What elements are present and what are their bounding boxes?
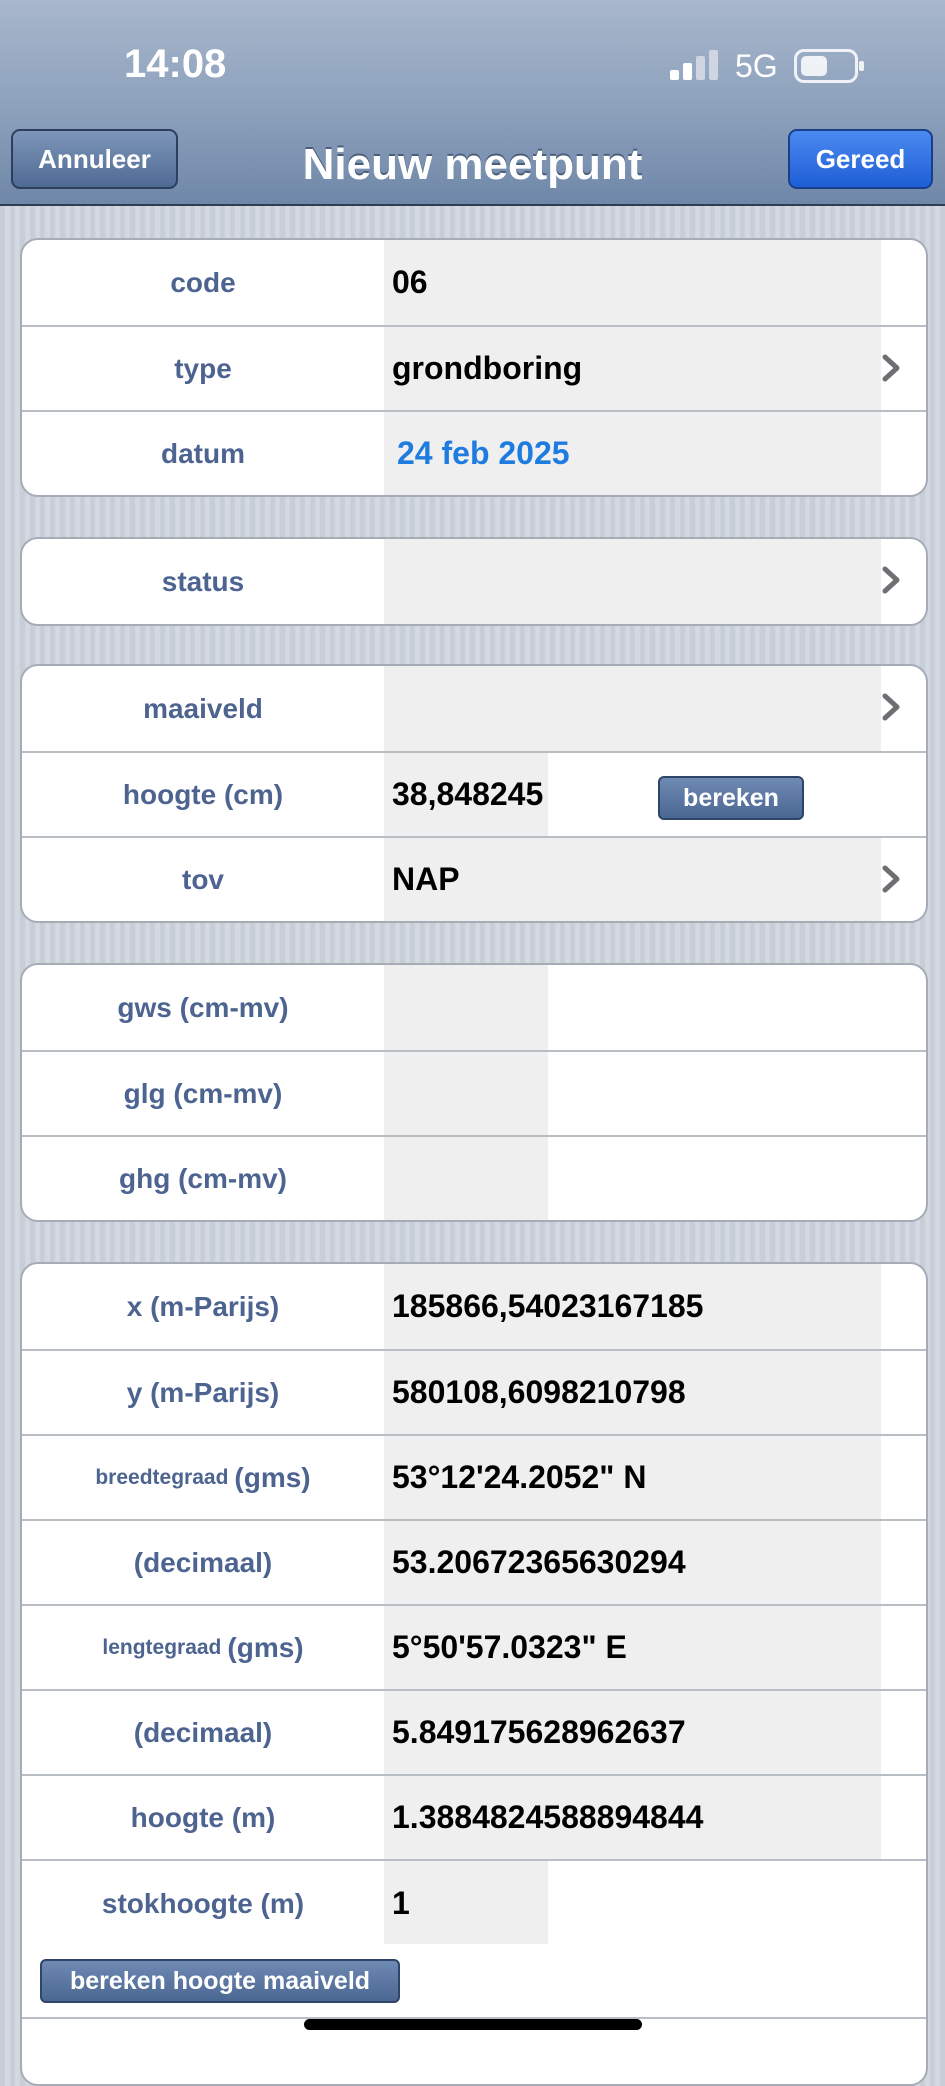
- stokhoogte-label: stokhoogte (m): [101, 1887, 305, 1919]
- status-bar: 14:08 5G: [0, 0, 945, 104]
- status-label: status: [161, 565, 245, 597]
- gms-label: (gms): [227, 1631, 304, 1663]
- breedtegraad-decimaal-value[interactable]: 53.20672365630294: [392, 1521, 686, 1604]
- chevron-right-icon: [882, 566, 900, 594]
- hoogte-cm-input[interactable]: 38,848245: [392, 753, 547, 836]
- x-label: x (m-Parijs): [126, 1290, 280, 1322]
- group-grondwater: gws (cm-mv) glg (cm-mv) ghg (cm-mv): [20, 963, 928, 1222]
- code-label: code: [170, 266, 236, 298]
- row-status[interactable]: status: [22, 539, 926, 624]
- type-label: type: [174, 352, 232, 384]
- row-lengtegraad-decimaal: (decimaal) 5.849175628962637: [22, 1689, 926, 1774]
- datum-label: datum: [161, 437, 245, 469]
- y-label: y (m-Parijs): [126, 1376, 280, 1408]
- datum-value[interactable]: 24 feb 2025: [397, 412, 570, 495]
- network-type: 5G: [735, 48, 778, 84]
- x-value[interactable]: 185866,54023167185: [392, 1264, 703, 1349]
- row-breedtegraad-decimaal: (decimaal) 53.20672365630294: [22, 1519, 926, 1604]
- stokhoogte-input[interactable]: 1: [392, 1861, 410, 1946]
- gms-label: (gms): [234, 1461, 311, 1493]
- lengtegraad-label: lengtegraad: [102, 1635, 222, 1659]
- chevron-right-icon: [882, 354, 900, 382]
- row-hoogte-m: hoogte (m) 1.3884824588894844: [22, 1774, 926, 1859]
- row-lengtegraad-gms: lengtegraad (gms) 5°50'57.0323" E: [22, 1604, 926, 1689]
- group-maaiveld: maaiveld hoogte (cm) 38,848245 bereken t…: [20, 664, 928, 923]
- row-code[interactable]: code 06: [22, 240, 926, 325]
- maaiveld-label: maaiveld: [143, 692, 263, 724]
- row-tov[interactable]: tov NAP: [22, 836, 926, 921]
- row-type[interactable]: type grondboring: [22, 325, 926, 410]
- ghg-label: ghg (cm-mv): [119, 1162, 287, 1194]
- row-datum[interactable]: datum 24 feb 2025: [22, 410, 926, 495]
- type-value: grondboring: [392, 350, 583, 386]
- group-status: status: [20, 537, 928, 626]
- row-stokhoogte: stokhoogte (m) 1 bereken hoogte maaiveld: [22, 1859, 926, 2019]
- bereken-button[interactable]: bereken: [658, 776, 804, 820]
- lengtegraad-decimaal-label: (decimaal): [133, 1716, 273, 1748]
- code-input[interactable]: 06: [392, 240, 428, 325]
- lengtegraad-decimaal-value[interactable]: 5.849175628962637: [392, 1691, 686, 1774]
- done-button[interactable]: Gereed: [788, 129, 933, 189]
- navigation-bar: Annuleer Nieuw meetpunt Gereed: [0, 104, 945, 206]
- row-breedtegraad-gms: breedtegraad (gms) 53°12'24.2052" N: [22, 1434, 926, 1519]
- hoogte-m-label: hoogte (m): [130, 1801, 276, 1833]
- row-hoogte-cm: hoogte (cm) 38,848245 bereken: [22, 751, 926, 836]
- row-maaiveld[interactable]: maaiveld: [22, 666, 926, 751]
- group-coordinates: x (m-Parijs) 185866,54023167185 y (m-Par…: [20, 1262, 928, 2086]
- gws-label: gws (cm-mv): [117, 991, 289, 1023]
- status-time: 14:08: [124, 42, 227, 86]
- breedtegraad-gms-label: breedtegraad (gms): [22, 1436, 384, 1519]
- breedtegraad-decimaal-label: (decimaal): [133, 1546, 273, 1578]
- chevron-right-icon: [882, 865, 900, 893]
- hoogte-cm-label: hoogte (cm): [122, 778, 284, 810]
- row-y: y (m-Parijs) 580108,6098210798: [22, 1349, 926, 1434]
- tov-label: tov: [182, 863, 224, 895]
- row-glg: glg (cm-mv): [22, 1050, 926, 1135]
- glg-label: glg (cm-mv): [123, 1077, 283, 1109]
- row-ghg: ghg (cm-mv): [22, 1135, 926, 1220]
- lengtegraad-gms-label: lengtegraad (gms): [22, 1606, 384, 1689]
- bereken-hoogte-maaiveld-button[interactable]: bereken hoogte maaiveld: [40, 1959, 400, 2003]
- breedtegraad-label: breedtegraad: [95, 1465, 229, 1489]
- home-indicator[interactable]: [304, 2019, 642, 2030]
- battery-icon: [794, 49, 864, 83]
- signal-icon: [670, 50, 718, 80]
- hoogte-m-value[interactable]: 1.3884824588894844: [392, 1776, 703, 1859]
- y-value[interactable]: 580108,6098210798: [392, 1351, 686, 1434]
- lengtegraad-gms-value[interactable]: 5°50'57.0323" E: [392, 1606, 627, 1689]
- chevron-right-icon: [882, 693, 900, 721]
- breedtegraad-gms-value[interactable]: 53°12'24.2052" N: [392, 1436, 646, 1519]
- tov-value: NAP: [392, 861, 460, 897]
- group-identification: code 06 type grondboring datum 24 feb 20…: [20, 238, 928, 497]
- row-x: x (m-Parijs) 185866,54023167185: [22, 1264, 926, 1349]
- row-gws: gws (cm-mv): [22, 965, 926, 1050]
